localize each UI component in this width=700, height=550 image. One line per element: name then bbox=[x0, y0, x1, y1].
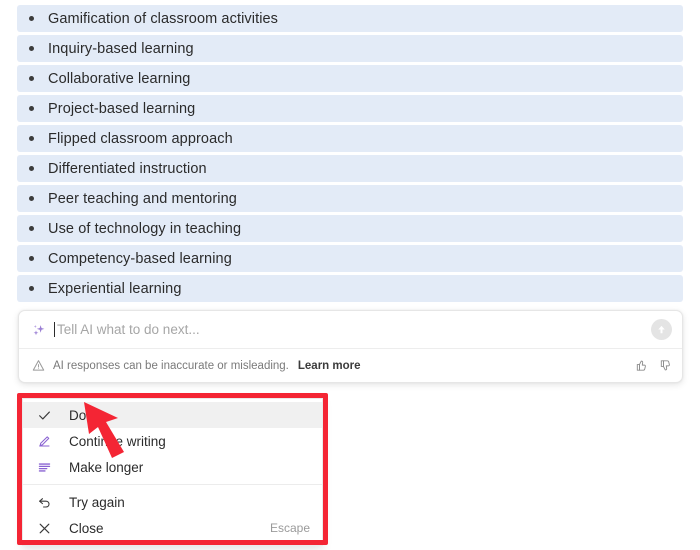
text-caret bbox=[54, 322, 55, 337]
list-item-label: Differentiated instruction bbox=[48, 160, 207, 177]
list-item[interactable]: Differentiated instruction bbox=[17, 155, 683, 182]
list-item[interactable]: Use of technology in teaching bbox=[17, 215, 683, 242]
learn-more-link[interactable]: Learn more bbox=[298, 360, 361, 372]
bullet-icon bbox=[29, 46, 34, 51]
check-icon bbox=[36, 407, 53, 424]
ai-prompt-input[interactable]: Tell AI what to do next... bbox=[57, 322, 651, 337]
send-button[interactable] bbox=[651, 319, 672, 340]
list-item[interactable]: Experiential learning bbox=[17, 275, 683, 302]
list-item[interactable]: Gamification of classroom activities bbox=[17, 5, 683, 32]
ai-actions-context-menu: Done Continue writing Make longer Try ag… bbox=[22, 398, 323, 546]
bullet-icon bbox=[29, 166, 34, 171]
lines-icon bbox=[36, 459, 53, 476]
ai-disclaimer-text: AI responses can be inaccurate or mislea… bbox=[53, 359, 289, 372]
bullet-icon bbox=[29, 106, 34, 111]
list-item[interactable]: Collaborative learning bbox=[17, 65, 683, 92]
list-item-label: Peer teaching and mentoring bbox=[48, 190, 237, 207]
bullet-icon bbox=[29, 16, 34, 21]
document-list: Gamification of classroom activities Inq… bbox=[17, 5, 683, 305]
list-item-label: Use of technology in teaching bbox=[48, 220, 242, 237]
ai-input-row[interactable]: Tell AI what to do next... bbox=[19, 311, 682, 348]
list-item-label: Competency-based learning bbox=[48, 250, 232, 267]
list-item[interactable]: Peer teaching and mentoring bbox=[17, 185, 683, 212]
bullet-icon bbox=[29, 226, 34, 231]
list-item-label: Inquiry-based learning bbox=[48, 40, 194, 57]
ai-footer-row: AI responses can be inaccurate or mislea… bbox=[19, 349, 682, 382]
list-item-label: Experiential learning bbox=[48, 280, 182, 297]
list-item-label: Project-based learning bbox=[48, 100, 196, 117]
menu-item-make-longer[interactable]: Make longer bbox=[23, 454, 322, 480]
menu-item-label: Make longer bbox=[69, 459, 144, 475]
sparkle-icon bbox=[31, 322, 47, 338]
menu-item-done[interactable]: Done bbox=[23, 402, 322, 428]
list-item[interactable]: Flipped classroom approach bbox=[17, 125, 683, 152]
menu-separator bbox=[23, 484, 322, 485]
menu-item-label: Try again bbox=[69, 494, 125, 510]
list-item-label: Flipped classroom approach bbox=[48, 130, 233, 147]
menu-item-label: Continue writing bbox=[69, 433, 166, 449]
list-item[interactable]: Inquiry-based learning bbox=[17, 35, 683, 62]
list-item-label: Collaborative learning bbox=[48, 70, 191, 87]
close-x-icon bbox=[36, 520, 53, 537]
bullet-icon bbox=[29, 286, 34, 291]
menu-item-shortcut: Escape bbox=[269, 521, 310, 535]
list-item[interactable]: Project-based learning bbox=[17, 95, 683, 122]
menu-item-continue-writing[interactable]: Continue writing bbox=[23, 428, 322, 454]
thumbs-down-icon[interactable] bbox=[657, 358, 672, 373]
menu-item-label: Close bbox=[69, 520, 104, 536]
menu-item-try-again[interactable]: Try again bbox=[23, 489, 322, 515]
undo-icon bbox=[36, 494, 53, 511]
bullet-icon bbox=[29, 76, 34, 81]
ai-assistant-card: Tell AI what to do next... AI responses … bbox=[18, 310, 683, 383]
pencil-icon bbox=[36, 433, 53, 450]
bullet-icon bbox=[29, 196, 34, 201]
bullet-icon bbox=[29, 256, 34, 261]
list-item-label: Gamification of classroom activities bbox=[48, 10, 279, 27]
menu-item-close[interactable]: Close Escape bbox=[23, 515, 322, 541]
list-item[interactable]: Competency-based learning bbox=[17, 245, 683, 272]
thumbs-up-icon[interactable] bbox=[633, 358, 648, 373]
warning-triangle-icon bbox=[32, 359, 45, 372]
bullet-icon bbox=[29, 136, 34, 141]
menu-item-label: Done bbox=[69, 407, 102, 423]
